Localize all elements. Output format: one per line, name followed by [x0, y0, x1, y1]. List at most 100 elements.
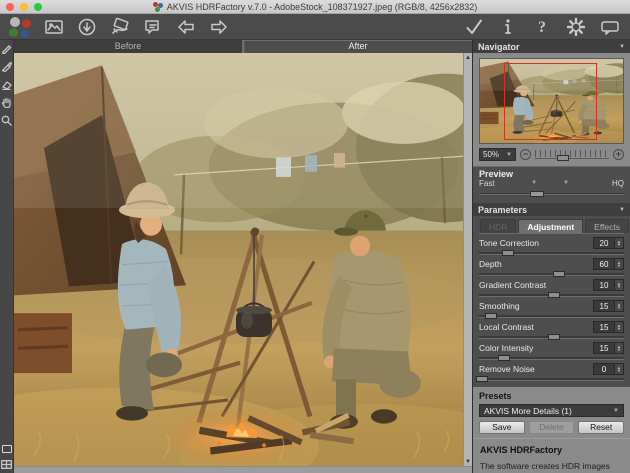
- brush-tool-icon[interactable]: [1, 61, 12, 72]
- slider-value-field[interactable]: 10: [593, 279, 615, 291]
- navigator-thumbnail-wrap: [473, 53, 630, 146]
- zoom-slider-handle[interactable]: [557, 155, 569, 161]
- preferences-gear-icon[interactable]: [564, 16, 588, 37]
- navigator-collapse-icon[interactable]: ▼: [619, 44, 625, 50]
- spinner-arrows[interactable]: ▲▼: [615, 279, 624, 291]
- spinner-arrows[interactable]: ▲▼: [615, 363, 624, 375]
- chevron-down-icon: ▼: [506, 152, 512, 158]
- zoom-in-button[interactable]: +: [613, 149, 624, 160]
- slider-track[interactable]: [479, 315, 624, 318]
- apply-check-icon[interactable]: [462, 16, 486, 37]
- window-controls: [6, 3, 42, 11]
- save-preset-button[interactable]: Save: [479, 421, 525, 434]
- slider-handle[interactable]: [485, 313, 497, 319]
- slider-handle[interactable]: [476, 376, 488, 382]
- slider-handle[interactable]: [502, 250, 514, 256]
- slider-track[interactable]: [479, 273, 624, 276]
- preview-slider-handle[interactable]: [530, 191, 544, 197]
- canvas-area: Before After ▲ ▼: [14, 40, 472, 473]
- slider-handle[interactable]: [498, 355, 510, 361]
- share-icon[interactable]: [141, 16, 165, 37]
- presets-section: Presets AKVIS More Details (1) ▼ Save De…: [473, 387, 630, 438]
- save-image-icon[interactable]: [75, 16, 99, 37]
- zoom-slider[interactable]: [535, 149, 609, 161]
- slider-depth: Depth 60 ▲▼: [479, 258, 624, 276]
- scroll-up-arrow-icon[interactable]: ▲: [464, 53, 472, 62]
- about-section: AKVIS HDRFactory The software creates HD…: [473, 438, 630, 473]
- print-icon[interactable]: [108, 16, 132, 37]
- vertical-scrollbar[interactable]: ▲ ▼: [463, 53, 472, 466]
- preset-dropdown[interactable]: AKVIS More Details (1) ▼: [479, 404, 624, 417]
- spinner-arrows[interactable]: ▲▼: [615, 342, 624, 354]
- slider-label: Depth: [479, 259, 593, 269]
- reset-button[interactable]: Reset: [578, 421, 624, 434]
- zoom-tool-icon[interactable]: [1, 115, 12, 126]
- feedback-bubble-icon[interactable]: [598, 16, 622, 37]
- parameters-header[interactable]: Parameters ▼: [473, 203, 630, 216]
- navigator-viewport-frame[interactable]: [504, 63, 597, 139]
- slider-track[interactable]: [479, 336, 624, 339]
- title-bar: AKVIS HDRFactory v.7.0 - AdobeStock_1083…: [0, 0, 630, 14]
- slider-label: Smoothing: [479, 301, 593, 311]
- navigator-thumbnail[interactable]: [479, 58, 624, 144]
- slider-remove-noise: Remove Noise 0 ▲▼: [479, 363, 624, 381]
- slider-value-field[interactable]: 0: [593, 363, 615, 375]
- slider-track[interactable]: [479, 294, 624, 297]
- slider-value-field[interactable]: 15: [593, 321, 615, 333]
- slider-handle[interactable]: [553, 271, 565, 277]
- slider-handle[interactable]: [548, 334, 560, 340]
- minimize-window-button[interactable]: [20, 3, 28, 11]
- spinner-arrows[interactable]: ▲▼: [615, 300, 624, 312]
- zoom-controls: 50% ▼ − +: [473, 146, 630, 166]
- tab-hdr[interactable]: HDR: [480, 219, 516, 233]
- hand-tool-icon[interactable]: [1, 97, 12, 108]
- svg-text:?: ?: [538, 19, 546, 36]
- slider-tone-correction: Tone Correction 20 ▲▼: [479, 237, 624, 255]
- horizontal-scroll-track[interactable]: [14, 466, 472, 473]
- zoom-out-button[interactable]: −: [520, 149, 531, 160]
- info-icon[interactable]: [496, 16, 520, 37]
- swatch-box-icon[interactable]: [2, 445, 12, 453]
- redo-icon[interactable]: [207, 16, 231, 37]
- navigator-title: Navigator: [478, 42, 520, 52]
- preview-fast-label: Fast: [479, 179, 495, 189]
- navigator-header[interactable]: Navigator ▼: [473, 40, 630, 53]
- grid-panel-icon[interactable]: [1, 459, 12, 470]
- slider-gradient-contrast: Gradient Contrast 10 ▲▼: [479, 279, 624, 297]
- slider-track[interactable]: [479, 378, 624, 381]
- slider-local-contrast: Local Contrast 15 ▲▼: [479, 321, 624, 339]
- preview-title: Preview: [479, 169, 624, 179]
- preview-hq-label: HQ: [612, 179, 624, 189]
- tab-adjustment[interactable]: Adjustment: [518, 219, 583, 233]
- slider-value-field[interactable]: 20: [593, 237, 615, 249]
- slider-handle[interactable]: [548, 292, 560, 298]
- scroll-down-arrow-icon[interactable]: ▼: [464, 457, 472, 466]
- slider-value-field[interactable]: 60: [593, 258, 615, 270]
- zoom-level-select[interactable]: 50% ▼: [479, 148, 516, 161]
- akvis-logo-icon: [8, 16, 32, 38]
- slider-value-field[interactable]: 15: [593, 300, 615, 312]
- slider-value-field[interactable]: 15: [593, 342, 615, 354]
- open-image-icon[interactable]: [42, 16, 66, 37]
- slider-track[interactable]: [479, 357, 624, 360]
- parameters-collapse-icon[interactable]: ▼: [619, 207, 625, 213]
- undo-icon[interactable]: [174, 16, 198, 37]
- pencil-tool-icon[interactable]: [1, 43, 12, 54]
- maximize-window-button[interactable]: [34, 3, 42, 11]
- tab-before[interactable]: Before: [14, 40, 242, 53]
- about-title: AKVIS HDRFactory: [480, 445, 623, 455]
- slider-track[interactable]: [479, 252, 624, 255]
- parameters-body: HDR Adjustment Effects Tone Correction 2…: [473, 216, 630, 387]
- preview-quality-slider[interactable]: [479, 191, 624, 197]
- chevron-down-icon: ▼: [613, 408, 619, 414]
- spinner-arrows[interactable]: ▲▼: [615, 258, 624, 270]
- eraser-tool-icon[interactable]: [1, 79, 12, 90]
- tab-effects[interactable]: Effects: [585, 219, 629, 233]
- spinner-arrows[interactable]: ▲▼: [615, 321, 624, 333]
- help-icon[interactable]: ?: [530, 16, 554, 37]
- image-canvas[interactable]: ▲ ▼: [14, 53, 472, 473]
- tools-sidebar: [0, 40, 14, 473]
- tab-after[interactable]: After: [244, 40, 472, 53]
- close-window-button[interactable]: [6, 3, 14, 11]
- spinner-arrows[interactable]: ▲▼: [615, 237, 624, 249]
